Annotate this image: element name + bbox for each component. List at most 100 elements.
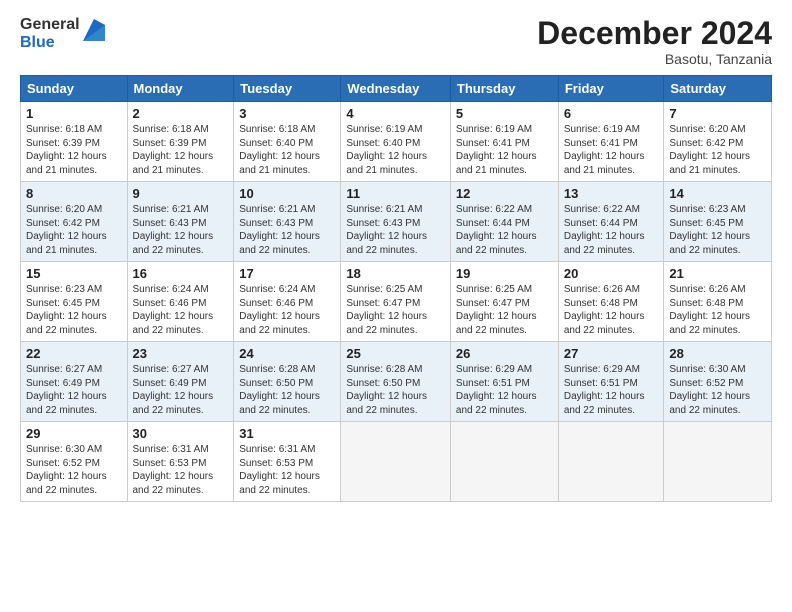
header-saturday: Saturday <box>664 76 772 102</box>
day-number: 29 <box>26 426 122 441</box>
day-number: 20 <box>564 266 659 281</box>
day-info: Sunrise: 6:28 AMSunset: 6:50 PMDaylight:… <box>239 364 320 416</box>
day-number: 15 <box>26 266 122 281</box>
day-info: Sunrise: 6:24 AMSunset: 6:46 PMDaylight:… <box>239 284 320 336</box>
day-number: 4 <box>346 106 445 121</box>
day-info: Sunrise: 6:19 AMSunset: 6:41 PMDaylight:… <box>564 124 645 176</box>
calendar-cell: 21 Sunrise: 6:26 AMSunset: 6:48 PMDayligh… <box>664 262 772 342</box>
calendar-cell: 29 Sunrise: 6:30 AMSunset: 6:52 PMDayligh… <box>21 422 128 502</box>
day-number: 17 <box>239 266 335 281</box>
day-number: 10 <box>239 186 335 201</box>
calendar-cell: 1 Sunrise: 6:18 AMSunset: 6:39 PMDaylight… <box>21 102 128 182</box>
day-number: 5 <box>456 106 553 121</box>
calendar-cell: 12 Sunrise: 6:22 AMSunset: 6:44 PMDayligh… <box>450 182 558 262</box>
location: Basotu, Tanzania <box>537 51 772 67</box>
day-number: 19 <box>456 266 553 281</box>
logo-blue: Blue <box>20 34 55 51</box>
calendar-cell: 16 Sunrise: 6:24 AMSunset: 6:46 PMDayligh… <box>127 262 234 342</box>
calendar-cell: 25 Sunrise: 6:28 AMSunset: 6:50 PMDayligh… <box>341 342 451 422</box>
day-info: Sunrise: 6:20 AMSunset: 6:42 PMDaylight:… <box>26 204 107 256</box>
calendar-cell: 3 Sunrise: 6:18 AMSunset: 6:40 PMDaylight… <box>234 102 341 182</box>
day-number: 7 <box>669 106 766 121</box>
day-number: 13 <box>564 186 659 201</box>
day-number: 3 <box>239 106 335 121</box>
day-info: Sunrise: 6:21 AMSunset: 6:43 PMDaylight:… <box>133 204 214 256</box>
day-info: Sunrise: 6:19 AMSunset: 6:40 PMDaylight:… <box>346 124 427 176</box>
day-number: 27 <box>564 346 659 361</box>
calendar-cell: 27 Sunrise: 6:29 AMSunset: 6:51 PMDayligh… <box>558 342 664 422</box>
calendar-table: Sunday Monday Tuesday Wednesday Thursday… <box>20 75 772 502</box>
day-number: 23 <box>133 346 229 361</box>
day-info: Sunrise: 6:19 AMSunset: 6:41 PMDaylight:… <box>456 124 537 176</box>
day-number: 18 <box>346 266 445 281</box>
calendar-cell: 6 Sunrise: 6:19 AMSunset: 6:41 PMDaylight… <box>558 102 664 182</box>
day-number: 11 <box>346 186 445 201</box>
day-number: 6 <box>564 106 659 121</box>
header-thursday: Thursday <box>450 76 558 102</box>
day-number: 28 <box>669 346 766 361</box>
calendar-cell: 4 Sunrise: 6:19 AMSunset: 6:40 PMDaylight… <box>341 102 451 182</box>
day-info: Sunrise: 6:18 AMSunset: 6:39 PMDaylight:… <box>26 124 107 176</box>
calendar-cell: 23 Sunrise: 6:27 AMSunset: 6:49 PMDayligh… <box>127 342 234 422</box>
calendar-cell: 19 Sunrise: 6:25 AMSunset: 6:47 PMDayligh… <box>450 262 558 342</box>
logo-icon <box>83 19 105 41</box>
day-number: 16 <box>133 266 229 281</box>
calendar-cell: 31Sunrise: 6:31 AMSunset: 6:53 PMDayligh… <box>234 422 341 502</box>
calendar-cell: 30Sunrise: 6:31 AMSunset: 6:53 PMDayligh… <box>127 422 234 502</box>
day-info: Sunrise: 6:26 AMSunset: 6:48 PMDaylight:… <box>669 284 750 336</box>
day-info: Sunrise: 6:27 AMSunset: 6:49 PMDaylight:… <box>26 364 107 416</box>
day-number: 26 <box>456 346 553 361</box>
header-tuesday: Tuesday <box>234 76 341 102</box>
calendar-cell: 17 Sunrise: 6:24 AMSunset: 6:46 PMDayligh… <box>234 262 341 342</box>
day-number: 31 <box>239 426 335 441</box>
day-info: Sunrise: 6:25 AMSunset: 6:47 PMDaylight:… <box>456 284 537 336</box>
day-info: Sunrise: 6:29 AMSunset: 6:51 PMDaylight:… <box>456 364 537 416</box>
day-info: Sunrise: 6:22 AMSunset: 6:44 PMDaylight:… <box>564 204 645 256</box>
calendar-cell: 15Sunrise: 6:23 AMSunset: 6:45 PMDayligh… <box>21 262 128 342</box>
day-number: 25 <box>346 346 445 361</box>
week-row-5: 29 Sunrise: 6:30 AMSunset: 6:52 PMDayligh… <box>21 422 772 502</box>
day-info: Sunrise: 6:30 AMSunset: 6:52 PMDaylight:… <box>26 444 107 496</box>
day-number: 12 <box>456 186 553 201</box>
calendar-cell: 18 Sunrise: 6:25 AMSunset: 6:47 PMDayligh… <box>341 262 451 342</box>
day-info: Sunrise: 6:18 AMSunset: 6:40 PMDaylight:… <box>239 124 320 176</box>
week-row-4: 22 Sunrise: 6:27 AMSunset: 6:49 PMDayligh… <box>21 342 772 422</box>
day-info: Sunrise: 6:18 AMSunset: 6:39 PMDaylight:… <box>133 124 214 176</box>
calendar-cell: 28 Sunrise: 6:30 AMSunset: 6:52 PMDayligh… <box>664 342 772 422</box>
day-info: Sunrise: 6:30 AMSunset: 6:52 PMDaylight:… <box>669 364 750 416</box>
day-number: 2 <box>133 106 229 121</box>
day-info: Sunrise: 6:25 AMSunset: 6:47 PMDaylight:… <box>346 284 427 336</box>
title-area: December 2024 Basotu, Tanzania <box>537 16 772 67</box>
calendar-cell: 8 Sunrise: 6:20 AMSunset: 6:42 PMDaylight… <box>21 182 128 262</box>
calendar-cell: 5 Sunrise: 6:19 AMSunset: 6:41 PMDaylight… <box>450 102 558 182</box>
calendar-cell: 2 Sunrise: 6:18 AMSunset: 6:39 PMDaylight… <box>127 102 234 182</box>
day-info: Sunrise: 6:29 AMSunset: 6:51 PMDaylight:… <box>564 364 645 416</box>
page-header: General Blue December 2024 Basotu, Tanza… <box>20 16 772 67</box>
day-info: Sunrise: 6:24 AMSunset: 6:46 PMDaylight:… <box>133 284 214 336</box>
day-info: Sunrise: 6:27 AMSunset: 6:49 PMDaylight:… <box>133 364 214 416</box>
day-number: 22 <box>26 346 122 361</box>
day-number: 21 <box>669 266 766 281</box>
calendar-cell: 7Sunrise: 6:20 AMSunset: 6:42 PMDaylight… <box>664 102 772 182</box>
calendar-cell: 9 Sunrise: 6:21 AMSunset: 6:43 PMDaylight… <box>127 182 234 262</box>
header-wednesday: Wednesday <box>341 76 451 102</box>
header-friday: Friday <box>558 76 664 102</box>
header-monday: Monday <box>127 76 234 102</box>
calendar-cell: 14Sunrise: 6:23 AMSunset: 6:45 PMDayligh… <box>664 182 772 262</box>
calendar-cell: 24 Sunrise: 6:28 AMSunset: 6:50 PMDayligh… <box>234 342 341 422</box>
day-number: 9 <box>133 186 229 201</box>
day-number: 1 <box>26 106 122 121</box>
day-number: 8 <box>26 186 122 201</box>
day-number: 24 <box>239 346 335 361</box>
calendar-cell <box>558 422 664 502</box>
day-info: Sunrise: 6:28 AMSunset: 6:50 PMDaylight:… <box>346 364 427 416</box>
day-info: Sunrise: 6:26 AMSunset: 6:48 PMDaylight:… <box>564 284 645 336</box>
month-title: December 2024 <box>537 16 772 51</box>
day-info: Sunrise: 6:22 AMSunset: 6:44 PMDaylight:… <box>456 204 537 256</box>
calendar-cell <box>341 422 451 502</box>
calendar-cell: 26 Sunrise: 6:29 AMSunset: 6:51 PMDayligh… <box>450 342 558 422</box>
week-row-1: 1 Sunrise: 6:18 AMSunset: 6:39 PMDaylight… <box>21 102 772 182</box>
day-info: Sunrise: 6:21 AMSunset: 6:43 PMDaylight:… <box>239 204 320 256</box>
calendar-cell <box>450 422 558 502</box>
calendar-cell: 22 Sunrise: 6:27 AMSunset: 6:49 PMDayligh… <box>21 342 128 422</box>
